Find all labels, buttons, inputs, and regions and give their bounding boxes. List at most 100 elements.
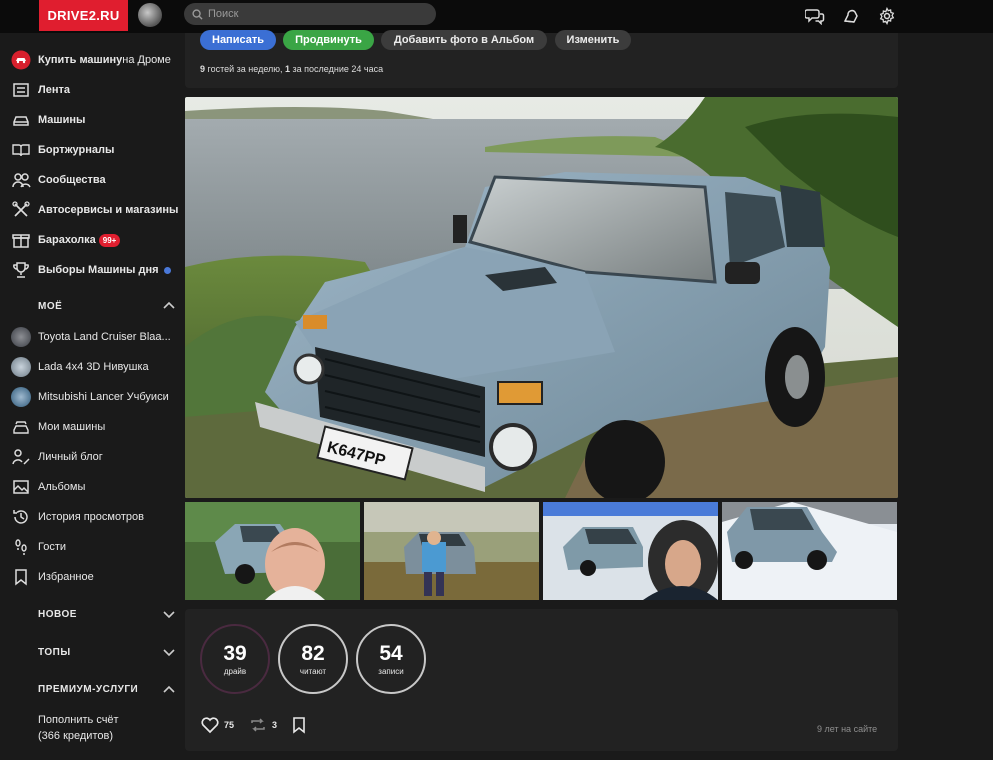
drive-count: 39 — [223, 641, 247, 665]
sidebar-item-label: Мои машины — [38, 421, 106, 433]
sidebar-item-logbooks[interactable]: Бортжурналы — [10, 139, 114, 161]
repost-icon — [251, 718, 265, 732]
sidebar-item-label: Выборы Машины дня — [38, 264, 159, 276]
section-mine-header[interactable]: МОЁ — [38, 301, 62, 312]
sidebar-item-label: Альбомы — [38, 481, 86, 493]
posts-count: 54 — [379, 641, 403, 665]
new-dot-indicator — [163, 266, 171, 274]
drive2-logo[interactable]: DRIVE2.RU — [39, 0, 128, 31]
top-up-label: Пополнить счёт — [38, 714, 119, 726]
thumbnail-2[interactable] — [364, 502, 539, 600]
footprints-icon — [10, 537, 32, 557]
guests-day-text: за последние 24 часа — [290, 64, 384, 74]
sidebar-item-label: Mitsubishi Lancer Учбуиси — [38, 391, 169, 403]
sidebar-item-label: Toyota Land Cruiser Blaa... — [38, 331, 171, 343]
sidebar-item-buy-car[interactable]: Купить машину на Дроме — [10, 49, 171, 71]
section-new-header[interactable]: НОВОЕ — [38, 609, 77, 620]
heart-icon — [201, 717, 219, 734]
bookmark-icon — [10, 567, 32, 587]
chevron-up-icon[interactable] — [162, 684, 176, 694]
sidebar-item-my-cars[interactable]: Мои машины — [10, 416, 105, 438]
tools-icon — [10, 200, 32, 220]
sidebar-item-label: Сообщества — [38, 174, 106, 186]
bookmark-icon — [293, 717, 305, 734]
posts-label: записи — [378, 666, 404, 676]
settings-gear-icon[interactable] — [876, 5, 898, 27]
thumbnail-4[interactable] — [722, 502, 897, 600]
section-tops-header[interactable]: ТОПЫ — [38, 647, 71, 658]
people-icon — [10, 170, 32, 190]
guests-stats: 9 гостей за неделю, 1 за последние 24 ча… — [200, 64, 383, 74]
car-icon — [10, 110, 32, 130]
sidebar-car-land-cruiser[interactable]: Toyota Land Cruiser Blaa... — [10, 326, 171, 348]
posts-stat[interactable]: 54 записи — [356, 624, 426, 694]
drive-stat[interactable]: 39 драйв — [200, 624, 270, 694]
car-thumbnail — [11, 387, 31, 407]
repost-count: 3 — [272, 720, 278, 730]
drom-logo-icon — [10, 50, 32, 70]
feed-icon — [10, 80, 32, 100]
trophy-icon — [10, 260, 32, 280]
image-icon — [10, 477, 32, 497]
car-thumbnail — [11, 327, 31, 347]
sidebar-item-cars[interactable]: Машины — [10, 109, 85, 131]
followers-stat[interactable]: 82 читают — [278, 624, 348, 694]
chevron-down-icon[interactable] — [162, 648, 176, 658]
years-on-site: 9 лет на сайте — [817, 724, 878, 734]
main-car-photo[interactable]: K647PP — [185, 97, 898, 498]
sidebar-item-market[interactable]: Барахолка 99+ — [10, 229, 121, 251]
promote-button[interactable]: Продвинуть — [283, 30, 374, 50]
sidebar-car-lancer[interactable]: Mitsubishi Lancer Учбуиси — [10, 386, 169, 408]
top-bar: DRIVE2.RU — [0, 0, 993, 33]
gift-box-icon — [10, 230, 32, 250]
sidebar-item-label-bold: Купить машину — [38, 54, 123, 66]
sidebar-item-label: Лента — [38, 84, 70, 96]
chevron-up-icon[interactable] — [162, 300, 176, 310]
sidebar-item-feed[interactable]: Лента — [10, 79, 70, 101]
sidebar-item-label: История просмотров — [38, 511, 144, 523]
sidebar-item-history[interactable]: История просмотров — [10, 506, 144, 528]
notifications-icon[interactable] — [840, 5, 862, 27]
like-button[interactable]: 75 — [200, 716, 234, 734]
sidebar-item-communities[interactable]: Сообщества — [10, 169, 106, 191]
action-bar: 75 3 — [200, 716, 325, 734]
guests-week-text: гостей за неделю, — [205, 64, 286, 74]
sidebar-item-favorites[interactable]: Избранное — [10, 566, 94, 588]
repost-button[interactable]: 3 — [248, 716, 277, 734]
user-avatar[interactable] — [138, 3, 162, 27]
write-message-button[interactable]: Написать — [200, 30, 276, 50]
top-up-balance-link[interactable]: Пополнить счёт (366 кредитов) — [38, 712, 119, 744]
sidebar-item-label: Машины — [38, 114, 86, 126]
search-box[interactable] — [184, 3, 436, 25]
followers-count: 82 — [301, 641, 325, 665]
sidebar-item-label: Личный блог — [38, 451, 103, 463]
sidebar-item-label: Гости — [38, 541, 67, 553]
edit-button[interactable]: Изменить — [555, 30, 631, 50]
sidebar-item-label: Барахолка — [38, 234, 96, 246]
sidebar-item-albums[interactable]: Альбомы — [10, 476, 85, 498]
sidebar-item-guests[interactable]: Гости — [10, 536, 66, 558]
add-photo-album-button[interactable]: Добавить фото в Альбом — [381, 30, 547, 50]
section-premium-header[interactable]: ПРЕМИУМ-УСЛУГИ — [38, 684, 138, 695]
car-thumbnail — [11, 357, 31, 377]
sidebar-item-services[interactable]: Автосервисы и магазины — [10, 199, 178, 221]
messages-icon[interactable] — [804, 5, 826, 27]
followers-label: читают — [299, 666, 327, 676]
bookmark-button[interactable] — [291, 716, 311, 734]
sidebar-car-lada[interactable]: Lada 4x4 3D Нивушка — [10, 356, 149, 378]
thumbnail-1[interactable] — [185, 502, 360, 600]
history-icon — [10, 507, 32, 527]
search-input[interactable] — [208, 8, 408, 20]
thumbnail-3[interactable] — [543, 502, 718, 600]
sidebar-item-label: Избранное — [38, 571, 94, 583]
search-icon — [192, 8, 203, 20]
person-pen-icon — [10, 447, 32, 467]
sidebar-item-label-normal: на Дроме — [122, 54, 171, 66]
car-stack-icon — [10, 417, 32, 437]
sidebar-item-car-of-day[interactable]: Выборы Машины дня — [10, 259, 171, 281]
market-badge: 99+ — [98, 233, 121, 247]
sidebar-item-blog[interactable]: Личный блог — [10, 446, 103, 468]
sidebar-item-label: Lada 4x4 3D Нивушка — [38, 361, 149, 373]
drive-label: драйв — [223, 666, 247, 676]
chevron-down-icon[interactable] — [162, 610, 176, 620]
